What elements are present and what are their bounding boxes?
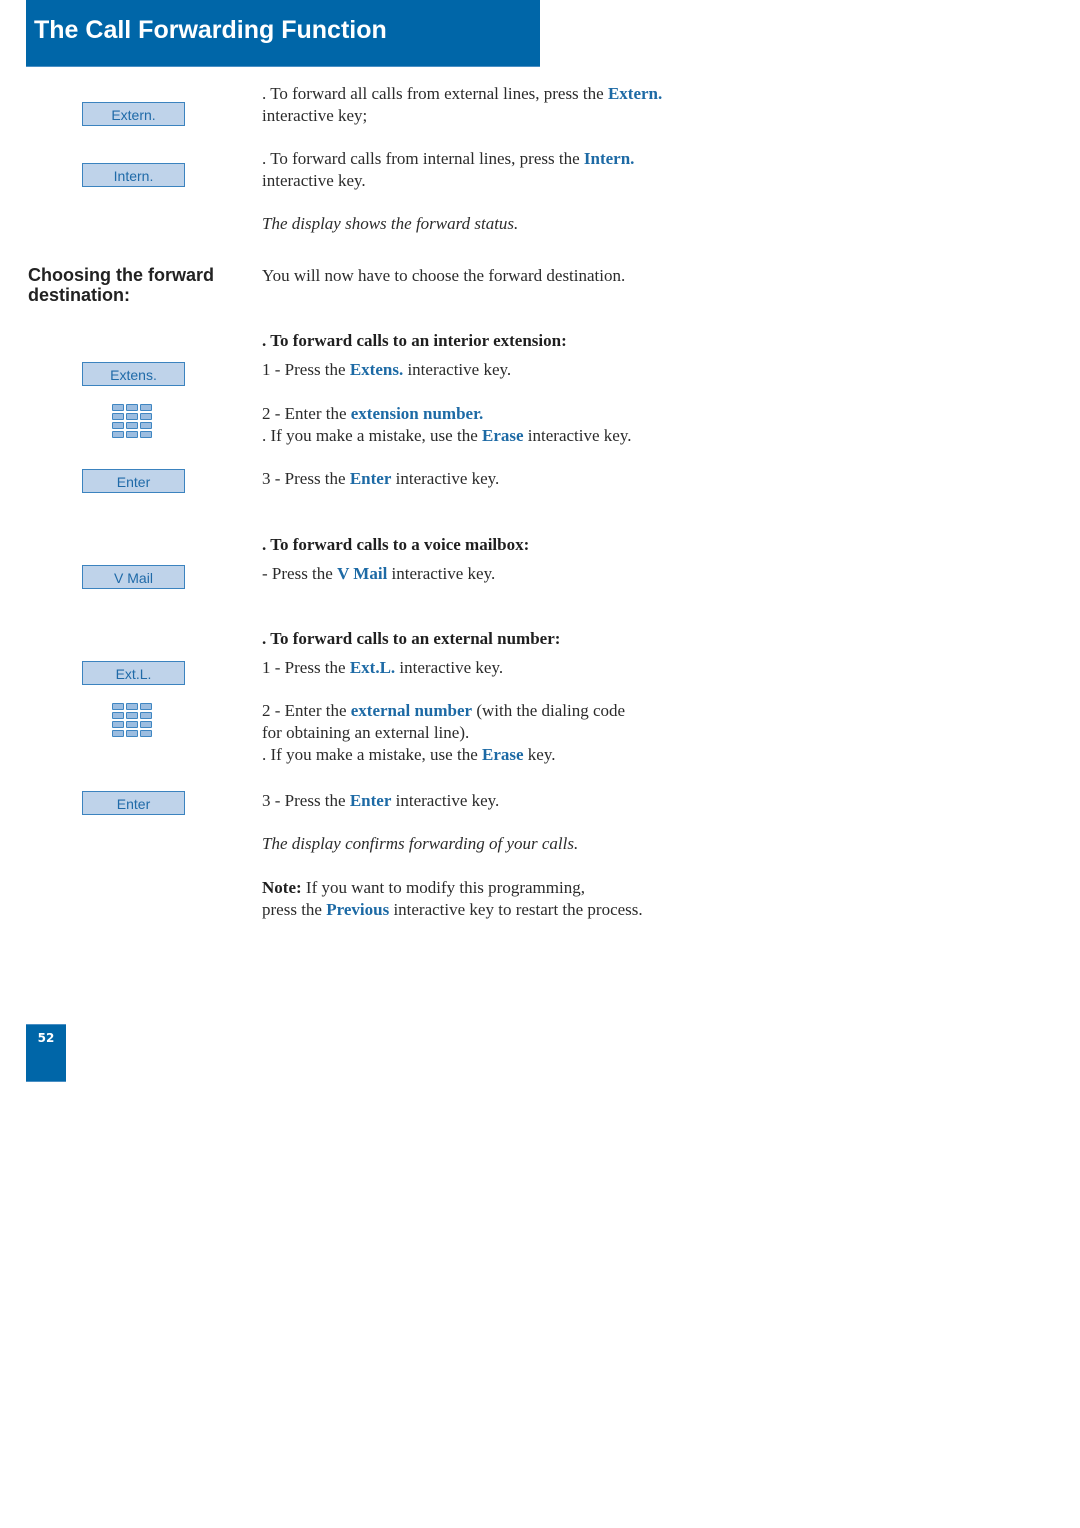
text: 2 - Enter the [262,701,351,720]
text: interactive key; [262,106,368,125]
text: press the [262,900,327,919]
confirm-note: The display confirms forwarding of your … [262,833,822,855]
text: interactive key. [395,658,504,677]
key-ref-previous: Previous [326,900,390,919]
extern-key[interactable]: Extern. [82,102,185,126]
text: interactive key. [391,469,500,488]
intern-key[interactable]: Intern. [82,163,185,187]
external-step-1: 1 - Press the Ext.L. interactive key. [262,657,822,679]
key-ref-vmail: V Mail [337,564,388,583]
extens-key[interactable]: Extens. [82,362,185,386]
key-ref-extl: Ext.L. [349,658,396,677]
text: . If you make a mistake, use the [262,745,482,764]
text: interactive key. [387,564,496,583]
enter-key[interactable]: Enter [82,469,185,493]
keypad-icon [112,404,154,440]
text: . If you make a mistake, use the [262,426,482,445]
text: 1 - Press the [262,658,350,677]
instruction-extern: . To forward all calls from external lin… [262,83,822,127]
text: The display shows the forward status. [262,214,519,233]
key-ref-enter: Enter [349,791,392,810]
key-ref-extens: Extens. [349,360,404,379]
section-heading-choose-destination: Choosing the forward destination: [28,265,214,305]
text: interactive key. [403,360,512,379]
key-ref-external-number: external number [350,701,473,720]
note-paragraph: Note: If you want to modify this program… [262,877,822,921]
text: interactive key. [523,426,632,445]
interior-heading: . To forward calls to an interior extens… [262,330,822,352]
key-ref-erase: Erase [482,745,524,764]
text: . To forward all calls from external lin… [262,84,608,103]
text: 1 - Press the [262,360,350,379]
key-ref-extern: Extern. [607,84,663,103]
text: - Press the [262,564,338,583]
text: The display confirms forwarding of your … [262,834,579,853]
page-title: The Call Forwarding Function [34,16,387,44]
text: 3 - Press the [262,469,350,488]
header-band: The Call Forwarding Function [26,0,540,67]
extl-key[interactable]: Ext.L. [82,661,185,685]
text: (with the dialing code [472,701,626,720]
text: 2 - Enter the [262,404,351,423]
enter-key[interactable]: Enter [82,791,185,815]
status-note: The display shows the forward status. [262,213,822,235]
external-step-2: 2 - Enter the external number (with the … [262,700,822,766]
page-number-tab: 52 [26,1024,66,1082]
choose-text: You will now have to choose the forward … [262,266,626,285]
vmail-key[interactable]: V Mail [82,565,185,589]
text: . To forward calls to an external number… [262,629,561,648]
interior-step-2: 2 - Enter the extension number. . If you… [262,403,822,447]
key-ref-erase: Erase [482,426,524,445]
key-ref-intern: Intern. [583,149,635,168]
text: key. [523,745,556,764]
interior-step-3: 3 - Press the Enter interactive key. [262,468,822,490]
instruction-intern: . To forward calls from internal lines, … [262,148,822,192]
text: interactive key. [262,171,366,190]
key-ref-enter: Enter [349,469,392,488]
text: . To forward calls from internal lines, … [262,149,584,168]
mailbox-heading: . To forward calls to a voice mailbox: [262,534,822,556]
text: for obtaining an external line). [262,723,470,742]
text: interactive key. [391,791,500,810]
external-heading: . To forward calls to an external number… [262,628,822,650]
note-label: Note: [262,878,302,897]
text: interactive key to restart the process. [389,900,643,919]
text: . To forward calls to a voice mailbox: [262,535,530,554]
key-ref-extension-number: extension number. [350,404,484,423]
keypad-icon [112,703,154,739]
interior-step-1: 1 - Press the Extens. interactive key. [262,359,822,381]
text: 3 - Press the [262,791,350,810]
text: If you want to modify this programming, [301,878,585,897]
mailbox-step: - Press the V Mail interactive key. [262,563,822,585]
text: . To forward calls to an interior extens… [262,331,567,350]
external-step-3: 3 - Press the Enter interactive key. [262,790,822,812]
page-number: 52 [37,1031,55,1045]
